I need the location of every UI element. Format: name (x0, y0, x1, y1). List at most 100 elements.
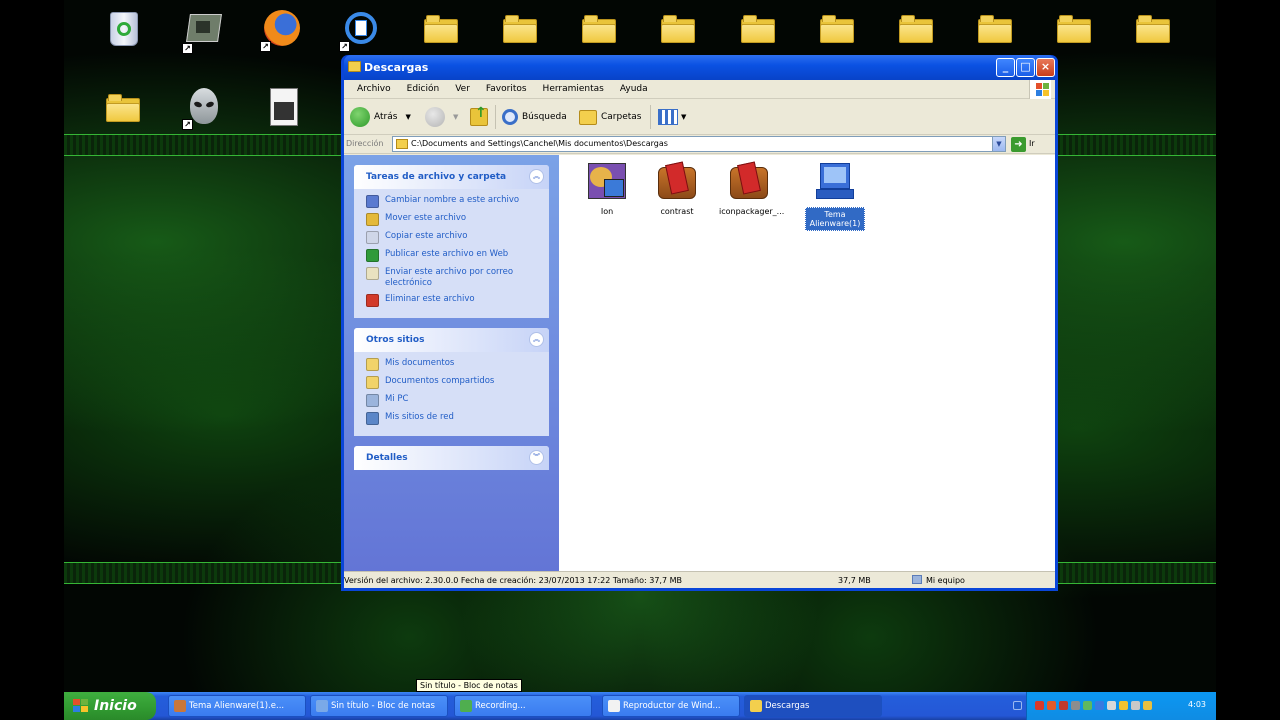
task-label: Copiar este archivo (385, 231, 468, 241)
collapse-chevron-icon[interactable]: ︽ (529, 169, 544, 184)
folder-icon[interactable] (661, 15, 695, 43)
go-label[interactable]: Ir (1029, 139, 1035, 148)
task-label: Mover este archivo (385, 213, 467, 223)
menu-edicion[interactable]: Edición (399, 84, 448, 94)
minimize-button[interactable]: _ (996, 58, 1015, 77)
update-icon[interactable] (1083, 701, 1092, 710)
panel-header[interactable]: Otros sitios ︽ (354, 328, 549, 352)
taskbar-button-label: Sin título - Bloc de notas (331, 701, 435, 711)
clock[interactable]: 4:03 (1188, 700, 1206, 709)
taskbar-button[interactable]: Recording... (454, 695, 592, 717)
up-folder-button[interactable]: ↑ (470, 105, 488, 129)
start-button[interactable]: Inicio (64, 692, 156, 720)
chevron-down-icon[interactable]: ▼ (453, 113, 458, 121)
forward-button[interactable]: ▼ (425, 105, 458, 129)
folder-icon[interactable] (741, 15, 775, 43)
back-label: Atrás (374, 112, 398, 122)
back-arrow-icon (350, 107, 370, 127)
menu-archivo[interactable]: Archivo (349, 84, 399, 94)
file-label: contrast (660, 207, 694, 216)
file-label: Ion (600, 207, 614, 216)
folder-icon[interactable] (820, 15, 854, 43)
security-shield-icon[interactable] (1119, 701, 1128, 710)
network-icon[interactable] (1071, 701, 1080, 710)
file-label: Tema Alienware(1) (805, 207, 865, 231)
place-label: Mis documentos (385, 358, 455, 368)
file-label: iconpackager_... (719, 207, 785, 216)
back-button[interactable]: Atrás ▼ (350, 105, 411, 129)
folder-icon[interactable] (106, 94, 140, 122)
document-icon[interactable] (264, 88, 304, 128)
firefox-shortcut-icon[interactable]: ↗ (260, 10, 302, 52)
close-button[interactable]: × (1036, 58, 1055, 77)
taskbar-button-label: Reproductor de Wind... (623, 701, 721, 711)
file-item[interactable]: Ion (577, 161, 637, 216)
folder-icon[interactable] (1057, 15, 1091, 43)
record-icon[interactable] (1059, 701, 1068, 710)
task-pane: Tareas de archivo y carpeta ︽ Cambiar no… (344, 155, 559, 571)
folder-icon[interactable] (978, 15, 1012, 43)
alien-head-shortcut-icon[interactable]: ↗ (182, 88, 224, 130)
folder-icon[interactable] (899, 15, 933, 43)
file-item[interactable]: iconpackager_... (719, 161, 785, 216)
file-list[interactable]: Ion contrast iconpackager_... Tema Alienwar… (559, 155, 1055, 571)
task-item[interactable]: Copiar este archivo (366, 231, 541, 244)
app-shortcut-icon[interactable]: ↗ (339, 10, 381, 52)
panel-header[interactable]: Detalles ︾ (354, 446, 549, 470)
window-title: Descargas (364, 61, 429, 74)
file-item[interactable]: contrast (647, 161, 707, 216)
task-item[interactable]: Eliminar este archivo (366, 294, 541, 307)
media-icon[interactable] (1047, 701, 1056, 710)
folder-icon[interactable] (1136, 15, 1170, 43)
task-item[interactable]: Cambiar nombre a este archivo (366, 195, 541, 208)
address-input[interactable]: C:\Documents and Settings\Canchel\Mis do… (392, 136, 1006, 152)
maximize-button[interactable]: □ (1016, 58, 1035, 77)
taskbar-button[interactable]: Tema Alienware(1).e... (168, 695, 306, 717)
address-dropdown-button[interactable]: ▼ (992, 137, 1005, 151)
file-item[interactable]: Tema Alienware(1) (805, 161, 865, 231)
terminal-shortcut-icon[interactable]: ↗ (182, 12, 224, 54)
place-item[interactable]: Mis sitios de red (366, 412, 541, 425)
folders-button[interactable]: Carpetas (579, 105, 641, 129)
task-item[interactable]: Enviar este archivo por correo electróni… (366, 267, 541, 289)
panel-header[interactable]: Tareas de archivo y carpeta ︽ (354, 165, 549, 189)
recycle-bin-icon[interactable] (104, 10, 144, 50)
folder-icon[interactable] (582, 15, 616, 43)
search-icon (502, 109, 518, 125)
status-file-info: Versión del archivo: 2.30.0.0 Fecha de c… (344, 576, 682, 585)
menu-ayuda[interactable]: Ayuda (612, 84, 656, 94)
task-item[interactable]: Publicar este archivo en Web (366, 249, 541, 262)
panel-body: Mis documentos Documentos compartidos Mi P… (354, 352, 549, 436)
place-item[interactable]: Mis documentos (366, 358, 541, 371)
taskbar-button[interactable]: Reproductor de Wind... (602, 695, 740, 717)
window-body: Archivo Edición Ver Favoritos Herramient… (344, 80, 1055, 588)
search-button[interactable]: Búsqueda (502, 105, 567, 129)
menu-favoritos[interactable]: Favoritos (478, 84, 535, 94)
bluetooth-icon[interactable] (1095, 701, 1104, 710)
sync-icon[interactable] (1131, 701, 1140, 710)
views-button[interactable]: ▼ (658, 105, 686, 129)
my-computer-icon (912, 575, 922, 584)
go-arrow-icon[interactable]: ➜ (1011, 137, 1026, 152)
chevron-down-icon[interactable]: ▼ (681, 113, 686, 121)
title-bar[interactable]: Descargas _ □ × (344, 55, 1055, 80)
warning-icon[interactable] (1143, 701, 1152, 710)
up-folder-icon: ↑ (470, 105, 488, 126)
folder-icon[interactable] (503, 15, 537, 43)
taskbar-button[interactable]: Descargas (744, 695, 882, 717)
content-area: Tareas de archivo y carpeta ︽ Cambiar no… (344, 155, 1055, 571)
collapse-chevron-icon[interactable]: ︽ (529, 332, 544, 347)
menu-herramientas[interactable]: Herramientas (535, 84, 612, 94)
expand-chevron-icon[interactable]: ︾ (529, 450, 544, 465)
show-desktop-icon[interactable] (1013, 701, 1022, 710)
place-item[interactable]: Mi PC (366, 394, 541, 407)
antivirus-icon[interactable] (1035, 701, 1044, 710)
folder-icon[interactable] (424, 15, 458, 43)
chevron-down-icon[interactable]: ▼ (405, 113, 410, 121)
task-item[interactable]: Mover este archivo (366, 213, 541, 226)
place-item[interactable]: Documentos compartidos (366, 376, 541, 389)
menu-ver[interactable]: Ver (447, 84, 478, 94)
speaker-icon[interactable] (1107, 701, 1116, 710)
views-icon (658, 109, 678, 125)
taskbar-button[interactable]: Sin título - Bloc de notas (310, 695, 448, 717)
